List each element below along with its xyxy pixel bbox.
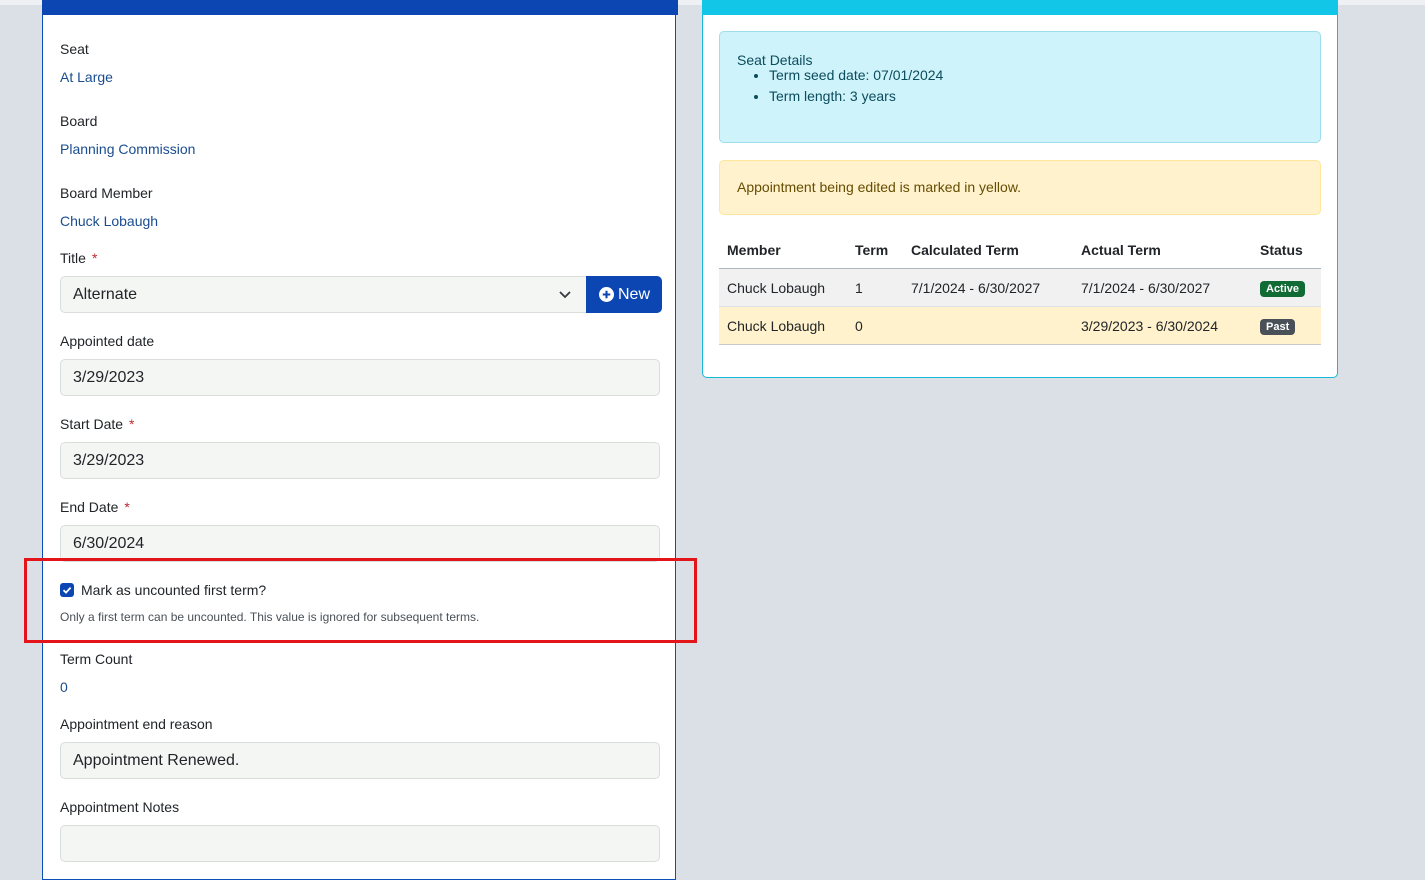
end-reason-label: Appointment end reason — [60, 716, 213, 732]
seat-terms-card: Seat Details Term seed date: 07/01/2024 … — [702, 0, 1338, 378]
side-card-header-bar — [702, 0, 1338, 15]
new-title-button-label: New — [618, 286, 651, 303]
cell-actual-term: 3/29/2023 - 6/30/2024 — [1073, 306, 1252, 345]
edit-notice-alert: Appointment being edited is marked in ye… — [719, 160, 1321, 215]
board-label: Board — [60, 113, 98, 129]
appointed-date-input[interactable]: 3/29/2023 — [60, 359, 660, 396]
column-header-actual-term: Actual Term — [1073, 232, 1252, 269]
title-label: Title * — [60, 250, 97, 266]
cell-actual-term: 7/1/2024 - 6/30/2027 — [1073, 268, 1252, 307]
title-select-value: Alternate — [73, 286, 138, 303]
list-item: Term length: 3 years — [769, 86, 943, 107]
end-date-input[interactable]: 6/30/2024 — [60, 525, 660, 562]
new-title-button[interactable]: New — [586, 276, 662, 313]
required-mark: * — [91, 250, 98, 266]
seat-label: Seat — [60, 41, 89, 57]
title-select[interactable]: Alternate — [60, 276, 587, 313]
table-row[interactable]: Chuck Lobaugh 0 3/29/2023 - 6/30/2024 Pa… — [719, 306, 1321, 345]
appointed-date-label: Appointed date — [60, 333, 155, 349]
column-header-calculated-term: Calculated Term — [903, 232, 1073, 269]
red-highlight-box — [24, 558, 697, 643]
cell-member: Chuck Lobaugh — [719, 306, 847, 345]
cell-term: 1 — [847, 268, 903, 307]
required-mark: * — [124, 499, 130, 515]
chevron-down-icon — [559, 291, 571, 299]
appointment-form-card: Seat At Large Board Planning Commission … — [42, 0, 678, 880]
board-value: Planning Commission — [60, 141, 196, 157]
list-item: Term seed date: 07/01/2024 — [769, 65, 943, 86]
status-badge: Past — [1260, 318, 1296, 335]
board-member-label: Board Member — [60, 185, 153, 201]
cell-calculated-term — [903, 306, 1073, 345]
start-date-label-text: Start Date — [60, 416, 124, 432]
start-date-label: Start Date * — [60, 416, 134, 432]
start-date-input[interactable]: 3/29/2023 — [60, 442, 660, 479]
status-badge: Active — [1260, 280, 1306, 297]
terms-table: Member Term Calculated Term Actual Term … — [719, 232, 1321, 345]
end-date-label: End Date * — [60, 499, 130, 515]
term-count-value: 0 — [60, 679, 68, 695]
cell-term: 0 — [847, 306, 903, 345]
plus-circle-icon — [599, 287, 614, 302]
seat-value: At Large — [60, 69, 113, 85]
cell-member: Chuck Lobaugh — [719, 268, 847, 307]
board-member-value: Chuck Lobaugh — [60, 213, 159, 229]
seat-details-list: Term seed date: 07/01/2024 Term length: … — [720, 65, 943, 107]
column-header-term: Term — [847, 232, 903, 269]
term-count-label: Term Count — [60, 651, 133, 667]
form-card-header-bar — [42, 0, 678, 15]
appointment-notes-input[interactable] — [60, 825, 660, 862]
appointment-notes-label: Appointment Notes — [60, 799, 180, 815]
end-date-label-text: End Date — [60, 499, 119, 515]
end-reason-input[interactable]: Appointment Renewed. — [60, 742, 660, 779]
column-header-status: Status — [1252, 232, 1321, 269]
table-header-row: Member Term Calculated Term Actual Term … — [719, 232, 1321, 269]
seat-details-alert: Seat Details Term seed date: 07/01/2024 … — [719, 31, 1321, 143]
table-row[interactable]: Chuck Lobaugh 1 7/1/2024 - 6/30/2027 7/1… — [719, 268, 1321, 307]
cell-status: Active — [1252, 268, 1321, 307]
cell-calculated-term: 7/1/2024 - 6/30/2027 — [903, 268, 1073, 307]
column-header-member: Member — [719, 232, 847, 269]
cell-status: Past — [1252, 306, 1321, 345]
title-label-text: Title — [60, 250, 86, 266]
required-mark: * — [129, 416, 135, 432]
